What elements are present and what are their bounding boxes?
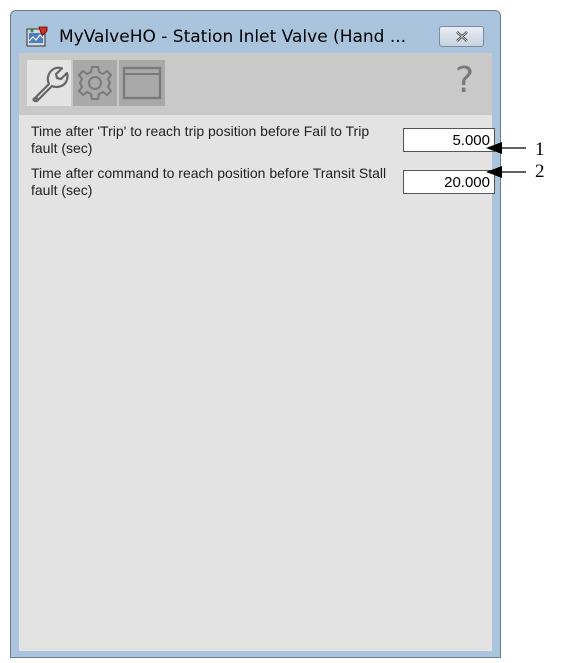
tab-display[interactable] (119, 60, 165, 106)
transit-stall-time-input[interactable]: 20.000 (403, 170, 495, 194)
close-icon (456, 31, 468, 42)
tab-engineering[interactable] (73, 60, 117, 106)
callout-number-1: 1 (535, 139, 545, 160)
transit-stall-time-label: Time after command to reach position bef… (31, 165, 387, 198)
app-icon (26, 26, 48, 48)
faceplate-window: MyValveHO - Station Inlet Valve (Hand ..… (10, 10, 501, 658)
callout-arrow-2 (486, 166, 526, 178)
window-icon (122, 66, 162, 100)
fail-to-trip-time-input[interactable]: 5.000 (403, 128, 495, 152)
callout-arrow-1 (486, 142, 526, 154)
callout-number-2: 2 (535, 161, 545, 182)
help-icon[interactable]: ? (455, 61, 474, 101)
fail-to-trip-time-label: Time after 'Trip' to reach trip position… (31, 123, 370, 156)
gear-icon (77, 66, 113, 100)
wrench-icon (32, 66, 69, 103)
faceplate-toolbar: ? (19, 53, 492, 115)
tab-maintenance[interactable] (27, 60, 71, 106)
faceplate-client-area: ? Time after 'Trip' to reach trip positi… (19, 53, 495, 651)
close-button[interactable] (439, 26, 484, 47)
window-title: MyValveHO - Station Inlet Valve (Hand ..… (59, 27, 407, 47)
title-bar[interactable]: MyValveHO - Station Inlet Valve (Hand ..… (11, 11, 500, 49)
